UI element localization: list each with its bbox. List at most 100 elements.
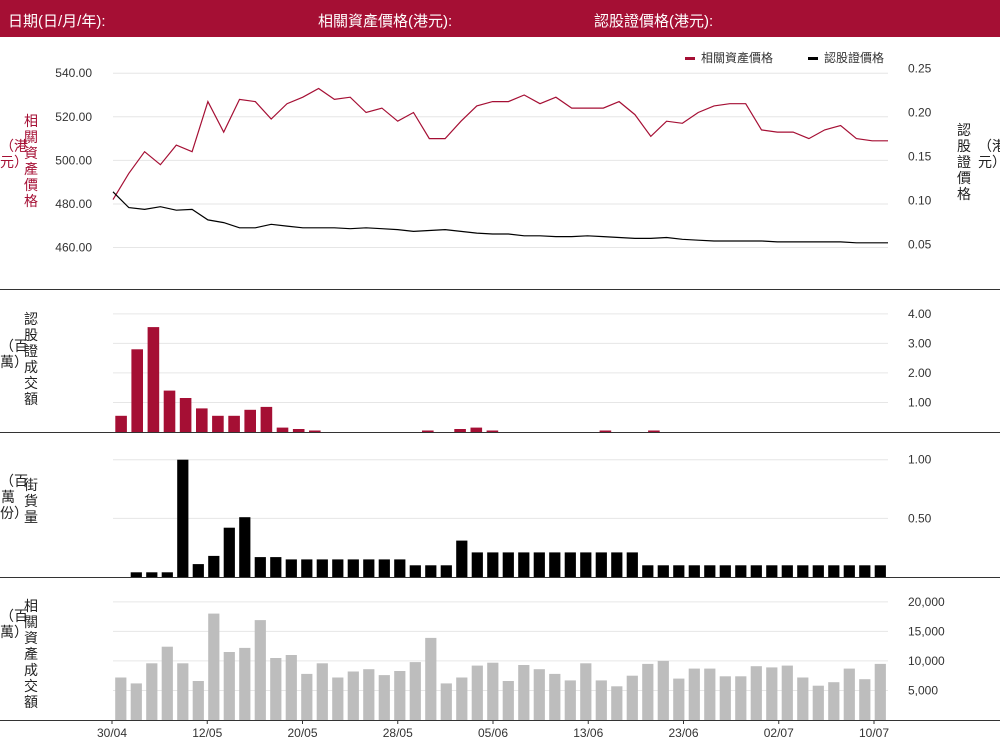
underlying-turnover-bar bbox=[502, 681, 514, 720]
underlying-turnover-bar bbox=[146, 663, 158, 720]
outstanding-bar bbox=[812, 565, 824, 577]
outstanding-bar bbox=[177, 459, 189, 577]
x-axis-ticks: 30/04 12/05 20/05 28/05 05/06 13/06 23/06 02/07… bbox=[97, 720, 889, 740]
left-axis-unit: （港元） bbox=[0, 138, 28, 170]
warrant-turnover-bar bbox=[260, 406, 273, 432]
outstanding-bar bbox=[239, 517, 251, 577]
underlying-turnover-bar bbox=[735, 676, 747, 720]
underlying-turnover-bar bbox=[223, 652, 235, 720]
outstanding-bar bbox=[626, 552, 638, 577]
warrant-price-line bbox=[112, 191, 888, 244]
left-tick-label: 480.00 bbox=[55, 197, 92, 211]
underlying-turnover-bar bbox=[301, 673, 313, 720]
underlying-turnover-bar bbox=[626, 675, 638, 720]
outstanding-bar bbox=[394, 559, 406, 577]
outstanding-bar bbox=[611, 552, 623, 577]
warrant-turnover-tick-label: 1.00 bbox=[908, 395, 932, 409]
outstanding-bar bbox=[347, 559, 359, 577]
outstanding-bar bbox=[332, 559, 344, 577]
underlying-turnover-bar bbox=[642, 663, 654, 720]
underlying-turnover-bar bbox=[657, 660, 669, 720]
warrant-turnover-bar bbox=[163, 390, 176, 432]
outstanding-bar bbox=[363, 559, 375, 577]
underlying-turnover-bar bbox=[533, 669, 545, 720]
x-axis: 30/04 12/05 20/05 28/05 05/06 13/06 23/06 02/07… bbox=[0, 720, 1000, 751]
underlying-turnover-tick-label: 5,000 bbox=[908, 683, 938, 697]
underlying-turnover-bar bbox=[580, 663, 592, 720]
outstanding-bar bbox=[874, 565, 886, 577]
price-panel: 540.00 520.00 500.00 480.00 460.00 0.25 0.20 0.… bbox=[0, 0, 1000, 290]
outstanding-bar bbox=[440, 565, 452, 577]
underlying-turnover-bar bbox=[471, 665, 483, 720]
underlying-turnover-bar bbox=[766, 667, 778, 720]
underlying-turnover-bar bbox=[115, 677, 127, 720]
underlying-turnover-bar bbox=[130, 683, 142, 720]
outstanding-bar bbox=[797, 565, 809, 577]
outstanding-bar bbox=[564, 552, 576, 577]
outstanding-bar bbox=[254, 557, 266, 577]
outstanding-bar bbox=[766, 565, 778, 577]
underlying-turnover-bar bbox=[859, 679, 871, 720]
underlying-turnover-bar bbox=[719, 676, 731, 720]
outstanding-bar bbox=[316, 559, 328, 577]
outstanding-tick-label: 0.50 bbox=[908, 511, 932, 525]
warrant-turnover-unit: （百萬） bbox=[0, 338, 28, 370]
underlying-turnover-bar bbox=[688, 668, 700, 720]
warrant-turnover-bar bbox=[147, 327, 160, 432]
underlying-turnover-bar bbox=[285, 655, 297, 720]
right-tick-label: 0.05 bbox=[908, 238, 932, 252]
underlying-turnover-bar bbox=[332, 677, 344, 720]
underlying-turnover-bar bbox=[409, 662, 421, 720]
right-tick-label: 0.25 bbox=[908, 62, 932, 76]
outstanding-bar bbox=[208, 555, 220, 577]
outstanding-bar bbox=[828, 565, 840, 577]
warrant-turnover-chart: 4.00 3.00 2.00 1.00 bbox=[113, 307, 932, 433]
outstanding-bar bbox=[781, 565, 793, 577]
x-tick-label: 05/06 bbox=[478, 726, 508, 740]
x-tick-label: 23/06 bbox=[668, 726, 698, 740]
outstanding-bar bbox=[301, 559, 313, 577]
outstanding-bar bbox=[688, 565, 700, 577]
right-axis-title: 認股證價格 bbox=[957, 122, 971, 202]
x-tick-label: 10/07 bbox=[859, 726, 889, 740]
warrant-turnover-bar bbox=[244, 409, 256, 432]
underlying-turnover-bar bbox=[750, 666, 762, 720]
underlying-turnover-bar bbox=[549, 673, 561, 720]
outstanding-bar bbox=[518, 552, 530, 577]
outstanding-bar bbox=[704, 565, 716, 577]
underlying-turnover-bar bbox=[812, 685, 824, 720]
outstanding-bar bbox=[750, 565, 762, 577]
underlying-turnover-bar bbox=[518, 665, 530, 720]
outstanding-bar bbox=[409, 565, 421, 577]
underlying-turnover-bar bbox=[161, 646, 173, 720]
outstanding-bar bbox=[502, 552, 514, 577]
x-tick-label: 28/05 bbox=[383, 726, 413, 740]
outstanding-bar bbox=[270, 557, 282, 577]
underlying-price-line bbox=[112, 87, 888, 200]
outstanding-bar bbox=[192, 564, 204, 577]
underlying-turnover-bar bbox=[456, 677, 468, 720]
warrant-turnover-bar bbox=[212, 415, 224, 433]
outstanding-bar bbox=[533, 552, 545, 577]
warrant-turnover-bar bbox=[179, 398, 192, 432]
outstanding-bar bbox=[471, 552, 483, 577]
underlying-turnover-bar bbox=[347, 671, 359, 720]
x-tick-label: 12/05 bbox=[192, 726, 222, 740]
underlying-turnover-bar bbox=[192, 681, 204, 720]
x-tick-label: 20/05 bbox=[287, 726, 317, 740]
underlying-turnover-bar bbox=[239, 647, 251, 720]
left-tick-label: 460.00 bbox=[55, 241, 92, 255]
underlying-turnover-bar bbox=[781, 665, 793, 720]
outstanding-bar bbox=[642, 565, 654, 577]
outstanding-bar bbox=[378, 559, 390, 577]
underlying-turnover-bar bbox=[425, 637, 437, 720]
underlying-turnover-bar bbox=[595, 680, 607, 720]
warrant-turnover-title: 認股證成交額 bbox=[24, 311, 38, 407]
underlying-turnover-bar bbox=[564, 680, 576, 720]
underlying-turnover-bar bbox=[208, 613, 220, 720]
outstanding-panel: 1.00 0.50 （百萬份） 街貨量 bbox=[0, 433, 1000, 578]
x-tick-label: 13/06 bbox=[573, 726, 603, 740]
warrant-turnover-panel: 4.00 3.00 2.00 1.00 （百萬） 認股證成交額 bbox=[0, 290, 1000, 433]
outstanding-tick-label: 1.00 bbox=[908, 453, 932, 467]
underlying-turnover-bar bbox=[673, 678, 685, 720]
